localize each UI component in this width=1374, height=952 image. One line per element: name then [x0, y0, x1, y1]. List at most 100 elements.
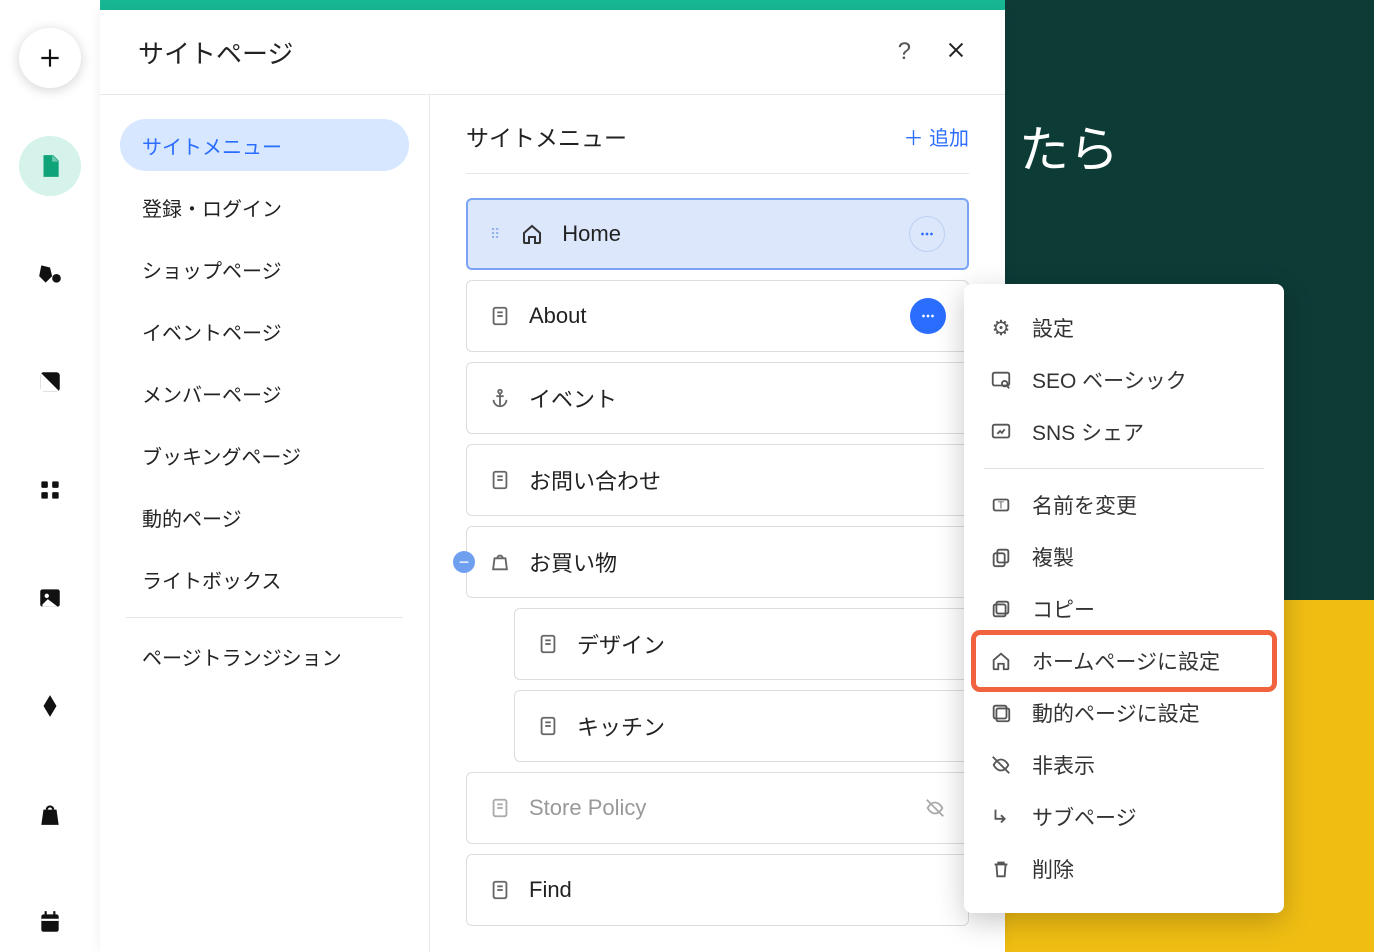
ctx-subpage[interactable]: サブページ	[976, 791, 1272, 843]
category-members[interactable]: メンバーページ	[120, 367, 409, 419]
page-row-kitchen[interactable]: キッチン	[514, 690, 969, 762]
page-label: Home	[562, 221, 891, 247]
page-label: Find	[529, 877, 946, 903]
theme-button[interactable]	[19, 352, 81, 412]
gear-icon: ⚙	[988, 316, 1014, 341]
trash-icon	[988, 858, 1014, 880]
help-button[interactable]: ?	[898, 38, 911, 66]
pages-panel: サイトページ ? サイトメニュー 登録・ログイン ショップページ イベントページ…	[100, 10, 1005, 952]
bookings-button[interactable]	[19, 892, 81, 952]
left-rail	[0, 0, 100, 952]
design-button[interactable]	[19, 244, 81, 304]
ctx-label: サブページ	[1032, 802, 1137, 832]
dots-icon	[918, 225, 936, 243]
page-label: お問い合わせ	[529, 464, 946, 496]
contrast-icon	[37, 369, 63, 395]
ctx-seo[interactable]: SEO ベーシック	[976, 354, 1272, 406]
grid-icon	[37, 477, 63, 503]
page-label: キッチン	[577, 710, 946, 742]
category-lightbox[interactable]: ライトボックス	[120, 553, 409, 605]
category-site-menu[interactable]: サイトメニュー	[120, 119, 409, 171]
ctx-sns[interactable]: SNS シェア	[976, 406, 1272, 458]
category-bookings[interactable]: ブッキングページ	[120, 429, 409, 481]
bag-icon	[489, 551, 511, 573]
ctx-label: 名前を変更	[1032, 490, 1137, 520]
top-accent-bar	[100, 0, 1005, 10]
page-label: お買い物	[529, 546, 946, 578]
category-label: 動的ページ	[142, 503, 242, 532]
content-title: サイトメニュー	[466, 119, 627, 153]
ctx-label: コピー	[1032, 594, 1095, 624]
rename-icon: T	[988, 494, 1014, 516]
paint-icon	[37, 261, 63, 287]
page-icon	[537, 715, 559, 737]
category-dynamic[interactable]: 動的ページ	[120, 491, 409, 543]
close-panel-button[interactable]	[945, 39, 967, 66]
ctx-set-dynamic[interactable]: 動的ページに設定	[976, 687, 1272, 739]
pages-panel-button[interactable]	[19, 136, 81, 196]
category-transitions[interactable]: ページトランジション	[120, 630, 409, 682]
category-events[interactable]: イベントページ	[120, 305, 409, 357]
ctx-duplicate[interactable]: 複製	[976, 531, 1272, 583]
ctx-label: 動的ページに設定	[1032, 698, 1200, 728]
page-icon	[37, 153, 63, 179]
dots-icon	[919, 307, 937, 325]
category-separator	[126, 617, 403, 618]
store-button[interactable]	[19, 784, 81, 844]
page-row-store-policy[interactable]: Store Policy	[466, 772, 969, 844]
copy-icon	[988, 598, 1014, 620]
page-row-event[interactable]: イベント	[466, 362, 969, 434]
category-label: ブッキングページ	[142, 441, 301, 470]
page-icon	[489, 469, 511, 491]
media-button[interactable]	[19, 568, 81, 628]
anchor-icon	[489, 387, 511, 409]
page-label: デザイン	[577, 628, 946, 660]
drag-handle-icon[interactable]: ⠿	[490, 226, 500, 243]
seo-icon	[988, 369, 1014, 391]
category-login[interactable]: 登録・ログイン	[120, 181, 409, 233]
page-row-shop[interactable]: − お買い物	[466, 526, 969, 598]
ctx-label: SEO ベーシック	[1032, 365, 1187, 395]
share-icon	[988, 421, 1014, 443]
home-icon	[520, 222, 544, 246]
ctx-rename[interactable]: T 名前を変更	[976, 479, 1272, 531]
category-shop[interactable]: ショップページ	[120, 243, 409, 295]
panel-header: サイトページ ?	[100, 10, 1005, 95]
collapse-toggle[interactable]: −	[453, 551, 475, 573]
context-menu: ⚙ 設定 SEO ベーシック SNS シェア T 名前を変更 複製 コピー ホームペ…	[964, 284, 1284, 913]
pen-icon	[37, 693, 63, 719]
page-actions-button-active[interactable]	[910, 298, 946, 334]
category-label: 登録・ログイン	[142, 193, 282, 222]
ctx-settings[interactable]: ⚙ 設定	[976, 302, 1272, 354]
plus-icon	[37, 45, 63, 71]
ctx-set-homepage[interactable]: ホームページに設定	[976, 635, 1272, 687]
apps-button[interactable]	[19, 460, 81, 520]
home-icon	[988, 650, 1014, 672]
ctx-copy[interactable]: コピー	[976, 583, 1272, 635]
add-element-button[interactable]	[19, 28, 81, 88]
page-row-home[interactable]: ⠿ Home	[466, 198, 969, 270]
ctx-label: 非表示	[1032, 750, 1095, 780]
category-label: ライトボックス	[142, 565, 281, 594]
ctx-hide[interactable]: 非表示	[976, 739, 1272, 791]
blog-button[interactable]	[19, 676, 81, 736]
category-label: イベントページ	[142, 317, 282, 346]
add-page-button[interactable]: ＋ 追加	[903, 122, 969, 151]
page-row-find[interactable]: Find	[466, 854, 969, 926]
duplicate-icon	[988, 546, 1014, 568]
svg-text:T: T	[998, 501, 1004, 512]
page-icon	[489, 797, 511, 819]
page-row-contact[interactable]: お問い合わせ	[466, 444, 969, 516]
image-icon	[37, 585, 63, 611]
category-list: サイトメニュー 登録・ログイン ショップページ イベントページ メンバーページ …	[100, 95, 430, 952]
page-row-about[interactable]: About	[466, 280, 969, 352]
page-icon	[537, 633, 559, 655]
page-actions-button[interactable]	[909, 216, 945, 252]
ctx-delete[interactable]: 削除	[976, 843, 1272, 895]
panel-title: サイトページ	[138, 34, 293, 71]
category-label: メンバーページ	[142, 379, 282, 408]
ctx-label: SNS シェア	[1032, 417, 1144, 447]
page-row-design[interactable]: デザイン	[514, 608, 969, 680]
bag-icon	[37, 801, 63, 827]
ctx-label: 設定	[1032, 313, 1074, 343]
